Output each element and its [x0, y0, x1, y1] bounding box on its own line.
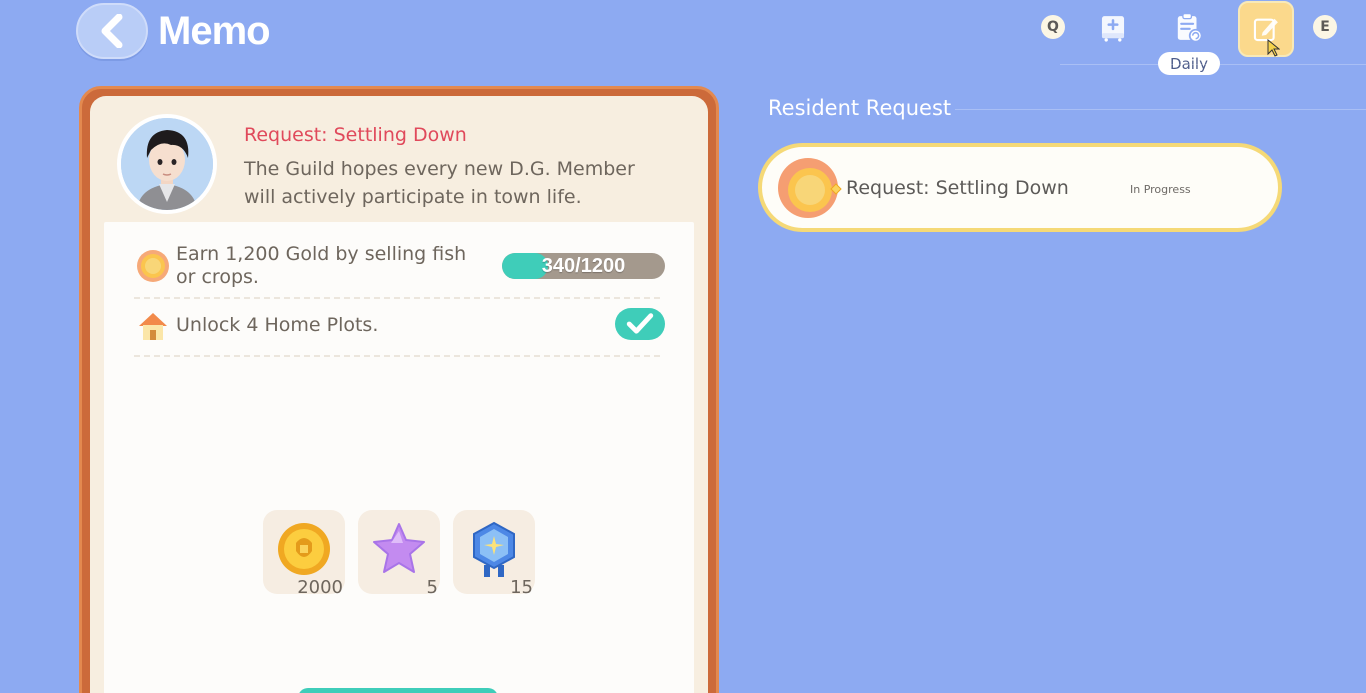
request-item-status: In Progress [1130, 183, 1191, 196]
gold-coin-icon [778, 158, 842, 218]
memo-card-body [104, 222, 694, 693]
checkmark-icon [626, 313, 654, 334]
tab-memo[interactable] [1238, 1, 1294, 57]
chevron-left-icon [101, 14, 123, 48]
claim-button[interactable] [298, 688, 498, 693]
objective-divider [134, 355, 660, 357]
avatar [117, 114, 217, 214]
reward-item[interactable]: 5 [358, 510, 440, 598]
progress-text: 340/1200 [541, 254, 626, 277]
section-title: Resident Request [768, 96, 952, 120]
key-hint-q: Q [1041, 15, 1065, 39]
header-divider [1060, 64, 1366, 65]
reward-count: 5 [426, 577, 438, 598]
key-hint-e: E [1313, 15, 1337, 39]
house-icon [139, 313, 167, 340]
resident-request-item[interactable]: Request: Settling Down In Progress [758, 143, 1282, 232]
character-portrait-icon [121, 118, 213, 210]
gold-coin-icon [278, 523, 330, 575]
request-description: The Guild hopes every new D.G. Member wi… [244, 158, 635, 208]
completed-check-badge [615, 308, 665, 340]
objective-text: Unlock 4 Home Plots. [176, 314, 379, 336]
reward-count: 2000 [297, 577, 343, 598]
tab-notebook[interactable] [1093, 8, 1133, 48]
objective-progress-bar: 340/1200 [502, 253, 665, 279]
purple-star-icon [373, 523, 425, 573]
reward-item[interactable]: 2000 [263, 510, 345, 598]
blue-badge-icon [473, 521, 515, 577]
reward-count: 15 [510, 577, 533, 598]
notebook-icon [1101, 16, 1125, 42]
request-item-label: Request: Settling Down [846, 177, 1069, 199]
cursor-icon [1267, 39, 1280, 57]
gold-coin-icon [137, 250, 169, 282]
section-divider [955, 109, 1366, 110]
objective-text: Earn 1,200 Gold by selling fish or crops… [176, 243, 467, 288]
objective-divider [134, 297, 660, 299]
tab-daily[interactable] [1168, 8, 1208, 48]
reward-item[interactable]: 15 [453, 510, 535, 598]
request-title: Request: Settling Down [244, 124, 467, 146]
page-title: Memo [158, 9, 271, 53]
back-button[interactable] [76, 3, 148, 59]
clipboard-refresh-icon [1177, 12, 1203, 43]
